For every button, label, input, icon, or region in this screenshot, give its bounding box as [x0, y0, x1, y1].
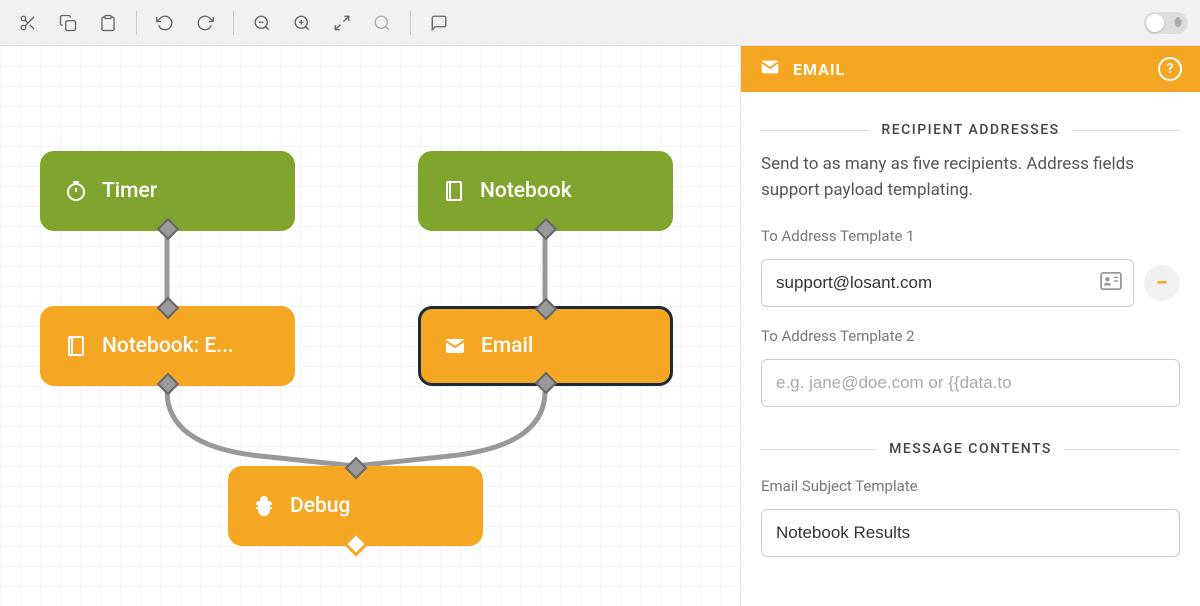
zoom-out-button[interactable]: [246, 7, 278, 39]
add-comment-button[interactable]: [423, 7, 455, 39]
field-label: Email Subject Template: [761, 477, 1180, 495]
fit-screen-button[interactable]: [326, 7, 358, 39]
email-icon: [443, 334, 467, 358]
zoom-reset-button[interactable]: [366, 7, 398, 39]
notebook-icon: [442, 179, 466, 203]
section-header-message: MESSAGE CONTENTS: [761, 441, 1180, 457]
field-label: To Address Template 2: [761, 327, 1180, 345]
node-label: Notebook: [480, 179, 572, 203]
zoom-in-button[interactable]: [286, 7, 318, 39]
toolbar-separator: [136, 11, 137, 35]
redo-button[interactable]: [189, 7, 221, 39]
timer-icon: [64, 179, 88, 203]
recipients-description: Send to as many as five recipients. Addr…: [761, 152, 1180, 203]
undo-button[interactable]: [149, 7, 181, 39]
remove-recipient-button[interactable]: −: [1144, 265, 1180, 301]
panel-title: EMAIL: [793, 60, 845, 79]
debug-toggle[interactable]: [1144, 12, 1188, 34]
contact-card-icon[interactable]: [1100, 272, 1122, 294]
properties-panel: EMAIL ? RECIPIENT ADDRESSES Send to as m…: [740, 46, 1200, 606]
toolbar-separator: [233, 11, 234, 35]
node-label: Timer: [102, 179, 157, 203]
section-header-recipients: RECIPIENT ADDRESSES: [761, 122, 1180, 138]
panel-header: EMAIL ?: [741, 46, 1200, 92]
to-address-1-input[interactable]: [761, 259, 1134, 307]
node-notebook[interactable]: Notebook: [418, 151, 673, 231]
workflow-canvas[interactable]: Timer Notebook Notebook: E... Email: [0, 46, 740, 606]
node-label: Debug: [290, 494, 350, 518]
help-button[interactable]: ?: [1158, 57, 1182, 81]
node-timer[interactable]: Timer: [40, 151, 295, 231]
email-subject-input[interactable]: [761, 509, 1180, 557]
field-label: To Address Template 1: [761, 227, 1180, 245]
bug-icon: [252, 494, 276, 518]
toolbar: [0, 0, 1200, 46]
node-email[interactable]: Email: [418, 306, 673, 386]
paste-button[interactable]: [92, 7, 124, 39]
notebook-icon: [64, 334, 88, 358]
node-label: Email: [481, 334, 533, 358]
copy-button[interactable]: [52, 7, 84, 39]
toolbar-separator: [410, 11, 411, 35]
to-address-2-input[interactable]: [761, 359, 1180, 407]
cut-button[interactable]: [12, 7, 44, 39]
node-notebook-exec[interactable]: Notebook: E...: [40, 306, 295, 386]
email-icon: [759, 56, 781, 82]
node-debug[interactable]: Debug: [228, 466, 483, 546]
bug-icon: [1172, 13, 1184, 32]
node-label: Notebook: E...: [102, 334, 234, 358]
